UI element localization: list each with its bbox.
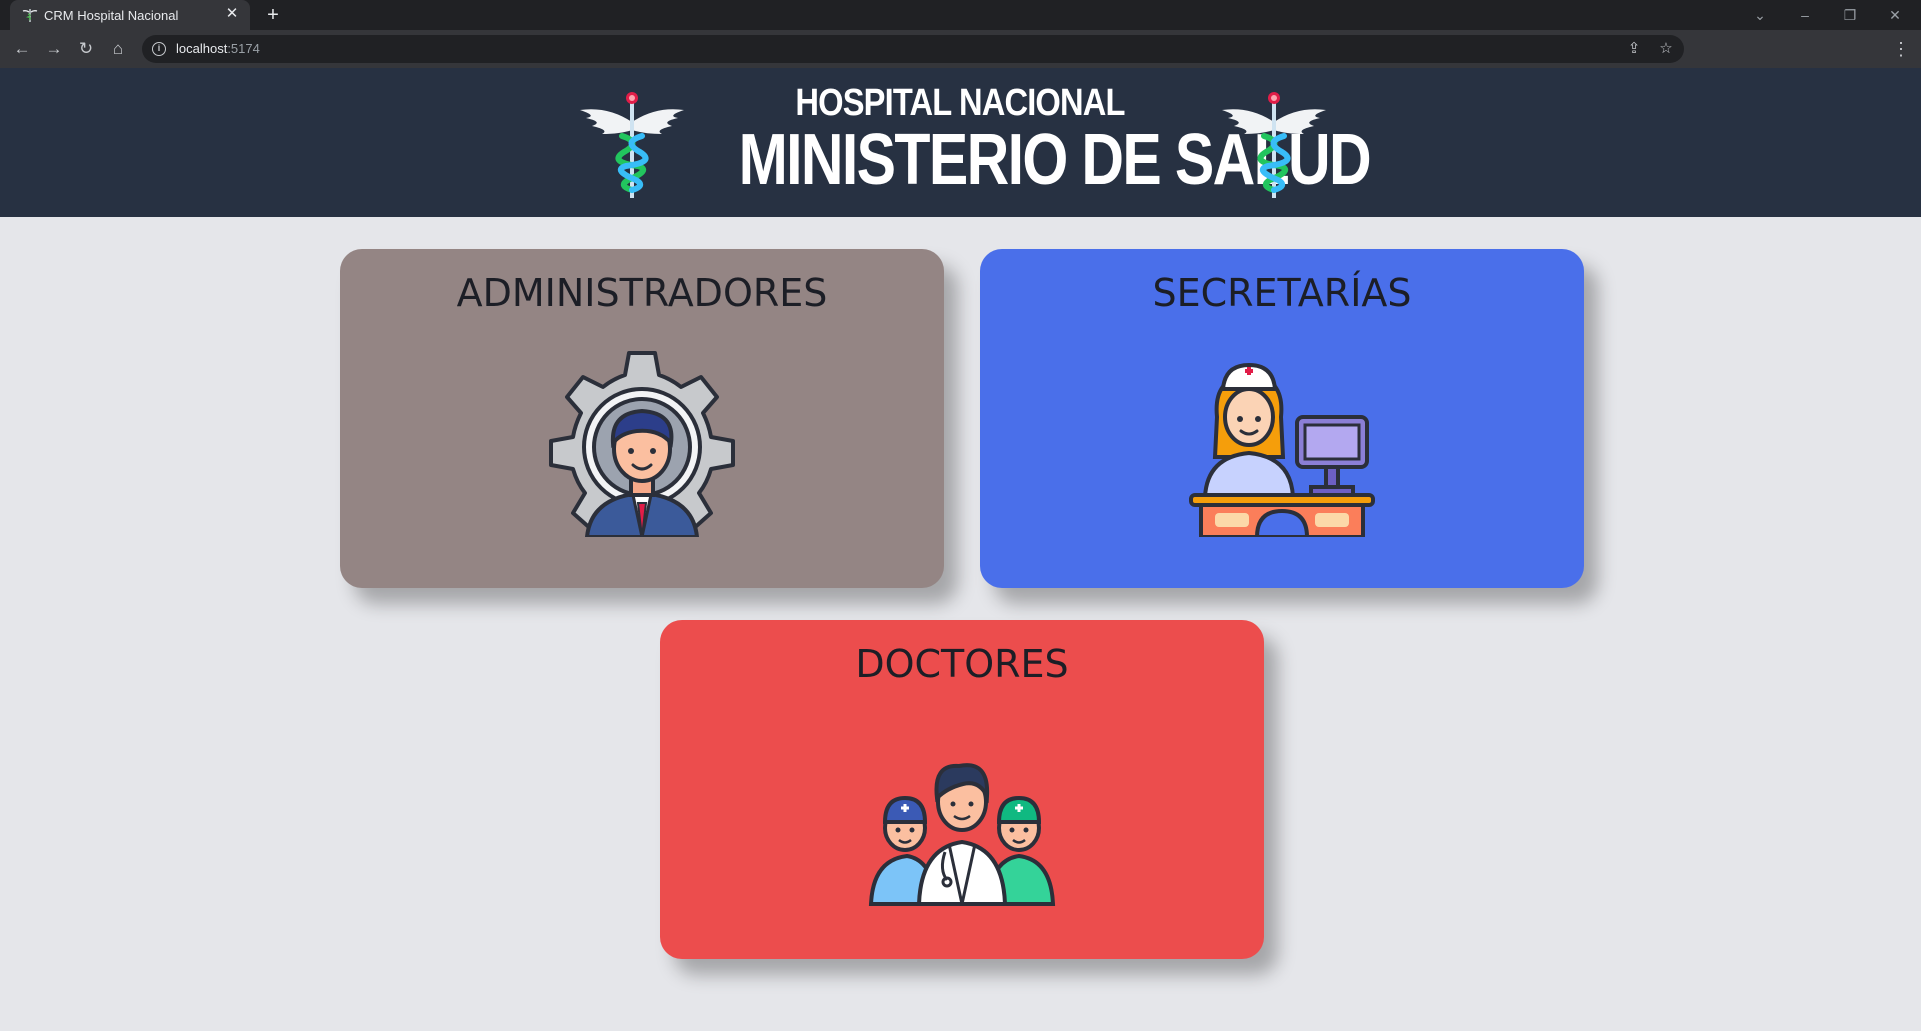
site-header: HOSPITAL NACIONAL MINISTERIO DE SALUD	[0, 68, 1921, 217]
share-icon[interactable]: ⇪	[1624, 39, 1644, 59]
bookmark-star-icon[interactable]: ☆	[1656, 39, 1676, 59]
browser-menu-icon[interactable]: ⋮	[1891, 37, 1911, 61]
card-title: DOCTORES	[855, 642, 1069, 686]
back-icon[interactable]: ←	[10, 37, 34, 61]
hospital-title: HOSPITAL NACIONAL	[795, 82, 1125, 124]
caduceus-logo-icon	[1222, 92, 1326, 198]
card-doctores[interactable]: DOCTORES	[660, 620, 1264, 959]
reload-icon[interactable]: ↻	[74, 37, 98, 61]
restore-button[interactable]: ❐	[1838, 3, 1862, 27]
caduceus-logo-icon	[580, 92, 684, 198]
nurse-desk-icon	[1189, 362, 1375, 537]
url-text[interactable]: localhost:5174	[176, 41, 260, 56]
new-tab-button[interactable]: +	[262, 4, 284, 26]
doctors-group-icon	[868, 763, 1056, 906]
tab-title: CRM Hospital Nacional	[44, 8, 179, 23]
url-port: :5174	[227, 41, 260, 56]
close-tab-icon[interactable]: ✕	[224, 6, 240, 22]
address-bar[interactable]: i localhost:5174 ⇪ ☆	[142, 35, 1684, 63]
tab-search-icon[interactable]: ⌄	[1748, 3, 1772, 27]
card-title: ADMINISTRADORES	[456, 271, 828, 315]
home-icon[interactable]: ⌂	[106, 37, 130, 61]
caduceus-favicon-icon	[22, 9, 38, 22]
ministry-subtitle: MINISTERIO DE SALUD	[738, 120, 1372, 200]
page-content: HOSPITAL NACIONAL MINISTERIO DE SALUD AD…	[0, 68, 1921, 1031]
url-host: localhost	[176, 41, 228, 56]
forward-icon[interactable]: →	[42, 37, 66, 61]
browser-titlebar: CRM Hospital Nacional ✕ + ⌄ – ❐ ✕	[0, 0, 1921, 30]
browser-toolbar: ← → ↻ ⌂ i localhost:5174 ⇪ ☆ ⋮	[0, 30, 1921, 68]
minimize-button[interactable]: –	[1793, 3, 1817, 27]
browser-tab[interactable]: CRM Hospital Nacional ✕	[10, 0, 250, 30]
site-info-icon[interactable]: i	[152, 42, 166, 56]
admin-gear-icon	[549, 351, 735, 537]
close-window-button[interactable]: ✕	[1883, 3, 1907, 27]
card-title: SECRETARÍAS	[1152, 271, 1412, 315]
card-secretarias[interactable]: SECRETARÍAS	[980, 249, 1584, 588]
card-administradores[interactable]: ADMINISTRADORES	[340, 249, 944, 588]
